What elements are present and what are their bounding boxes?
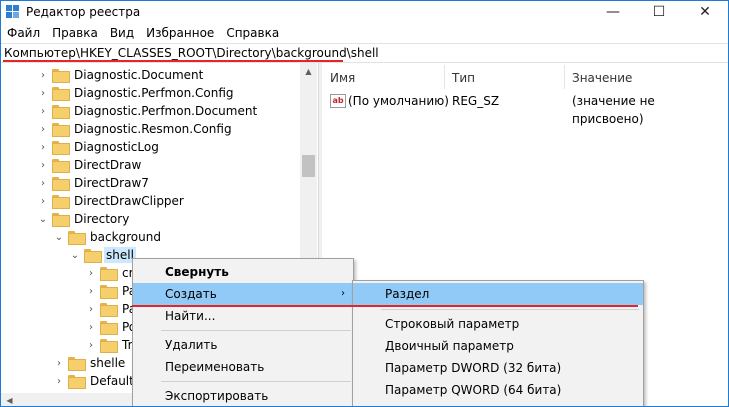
folder-icon — [68, 357, 86, 371]
expand-chevron-icon[interactable]: › — [85, 300, 97, 318]
scroll-left-arrow-icon[interactable]: ◀ — [1, 393, 18, 406]
submenu-item-binary-value[interactable]: Двоичный параметр — [353, 335, 643, 357]
folder-icon — [52, 177, 70, 191]
expand-chevron-icon[interactable]: › — [85, 318, 97, 336]
menu-help[interactable]: Справка — [220, 23, 285, 43]
expand-chevron-icon[interactable]: › — [85, 282, 97, 300]
scroll-thumb[interactable] — [302, 155, 315, 177]
registry-editor-window: Редактор реестра — ☐ ✕ Файл Правка Вид И… — [0, 0, 729, 407]
create-submenu: Раздел Строковый параметр Двоичный парам… — [352, 280, 644, 406]
submenu-item-string-value[interactable]: Строковый параметр — [353, 313, 643, 335]
tree-node[interactable]: › DirectDraw7 — [37, 174, 151, 192]
folder-icon — [100, 339, 118, 353]
collapse-chevron-icon[interactable]: ⌄ — [37, 210, 49, 228]
minimize-button[interactable]: — — [590, 1, 636, 23]
menu-item-create[interactable]: Создать › — [133, 283, 353, 305]
collapse-chevron-icon[interactable]: ⌄ — [53, 228, 65, 246]
context-menu: Свернуть Создать › Найти... Удалить Пере… — [132, 258, 354, 406]
folder-icon — [68, 375, 86, 389]
menu-item-delete[interactable]: Удалить — [133, 334, 353, 356]
tree-node[interactable]: › Diagnostic.Perfmon.Config — [37, 84, 236, 102]
menu-favorites[interactable]: Избранное — [140, 23, 220, 43]
annotation-underline-create — [132, 305, 638, 307]
value-name[interactable]: (По умолчанию) — [348, 92, 449, 110]
tree-node[interactable]: › DiagnosticLog — [37, 138, 161, 156]
menu-item-collapse[interactable]: Свернуть — [133, 261, 353, 283]
menu-item-create-label: Создать — [165, 287, 217, 301]
submenu-arrow-icon: › — [341, 288, 345, 299]
value-data: (значение не присвоено) — [572, 94, 655, 126]
submenu-item-dword-value[interactable]: Параметр DWORD (32 бита) — [353, 357, 643, 379]
tree-node[interactable]: › DirectDraw — [37, 156, 143, 174]
string-value-icon: ab — [330, 94, 346, 108]
folder-icon — [52, 123, 70, 137]
menu-separator — [381, 309, 639, 310]
folder-icon — [52, 213, 70, 227]
tree-node[interactable]: › Tr — [85, 336, 135, 354]
submenu-item-qword-value[interactable]: Параметр QWORD (64 бита) — [353, 379, 643, 401]
folder-icon — [52, 141, 70, 155]
tree-node-shell-selected[interactable]: ⌄ shell — [69, 246, 136, 264]
scroll-up-arrow-icon[interactable]: ▲ — [300, 63, 317, 80]
tree-node[interactable]: › DirectDrawClipper — [37, 192, 186, 210]
title-bar: Редактор реестра — ☐ ✕ — [1, 1, 728, 23]
expand-chevron-icon[interactable]: › — [85, 264, 97, 282]
folder-icon — [52, 159, 70, 173]
expand-chevron-icon[interactable]: › — [37, 66, 49, 84]
column-header-type[interactable]: Тип — [444, 67, 564, 89]
column-header-name[interactable]: Имя — [322, 67, 444, 89]
folder-icon — [52, 105, 70, 119]
expand-chevron-icon[interactable]: › — [37, 192, 49, 210]
folder-icon — [100, 321, 118, 335]
maximize-button[interactable]: ☐ — [636, 1, 682, 23]
menu-edit[interactable]: Правка — [46, 23, 104, 43]
expand-chevron-icon[interactable]: › — [37, 174, 49, 192]
folder-icon — [52, 69, 70, 83]
menu-separator — [161, 330, 351, 331]
tree-node[interactable]: › Pa — [85, 282, 138, 300]
menu-view[interactable]: Вид — [104, 23, 140, 43]
expand-chevron-icon[interactable]: › — [37, 120, 49, 138]
folder-icon — [52, 87, 70, 101]
tree-node[interactable]: › Diagnostic.Perfmon.Document — [37, 102, 259, 120]
folder-icon — [68, 231, 86, 245]
menu-file[interactable]: Файл — [1, 23, 46, 43]
tree-node[interactable]: › Po — [85, 318, 138, 336]
tree-node[interactable]: › Diagnostic.Resmon.Config — [37, 120, 234, 138]
menu-item-rename[interactable]: Переименовать — [133, 356, 353, 378]
value-type: REG_SZ — [452, 94, 500, 108]
expand-chevron-icon[interactable]: › — [37, 102, 49, 120]
menu-item-export[interactable]: Экспортировать — [133, 385, 353, 406]
close-button[interactable]: ✕ — [682, 1, 728, 23]
folder-icon — [52, 195, 70, 209]
expand-chevron-icon[interactable]: › — [37, 156, 49, 174]
expand-chevron-icon[interactable]: › — [37, 138, 49, 156]
expand-chevron-icon[interactable]: › — [53, 354, 65, 372]
menu-bar: Файл Правка Вид Избранное Справка — [1, 23, 285, 43]
folder-icon — [100, 285, 118, 299]
menu-item-find[interactable]: Найти... — [133, 305, 353, 327]
expand-chevron-icon[interactable]: › — [85, 336, 97, 354]
registry-app-icon — [6, 5, 20, 19]
submenu-item-key[interactable]: Раздел — [353, 283, 643, 305]
folder-icon — [100, 303, 118, 317]
column-header-value[interactable]: Значение — [564, 67, 724, 89]
tree-node-directory[interactable]: ⌄ Directory — [37, 210, 131, 228]
collapse-chevron-icon[interactable]: ⌄ — [69, 246, 81, 264]
tree-node-background[interactable]: ⌄ background — [53, 228, 163, 246]
tree-node[interactable]: › Default — [53, 372, 136, 390]
expand-chevron-icon[interactable]: › — [37, 84, 49, 102]
folder-icon — [100, 267, 118, 281]
tree-node[interactable]: › cr — [85, 264, 136, 282]
tree-node[interactable]: › Diagnostic.Document — [37, 66, 205, 84]
menu-separator — [161, 381, 351, 382]
window-title: Редактор реестра — [26, 5, 141, 19]
tree-node[interactable]: › shelle — [53, 354, 127, 372]
tree-node[interactable]: › Pa — [85, 300, 138, 318]
annotation-underline-address — [3, 60, 343, 62]
folder-icon — [84, 249, 102, 263]
expand-chevron-icon[interactable]: › — [53, 372, 65, 390]
address-path: Компьютер\HKEY_CLASSES_ROOT\Directory\ba… — [4, 46, 379, 60]
